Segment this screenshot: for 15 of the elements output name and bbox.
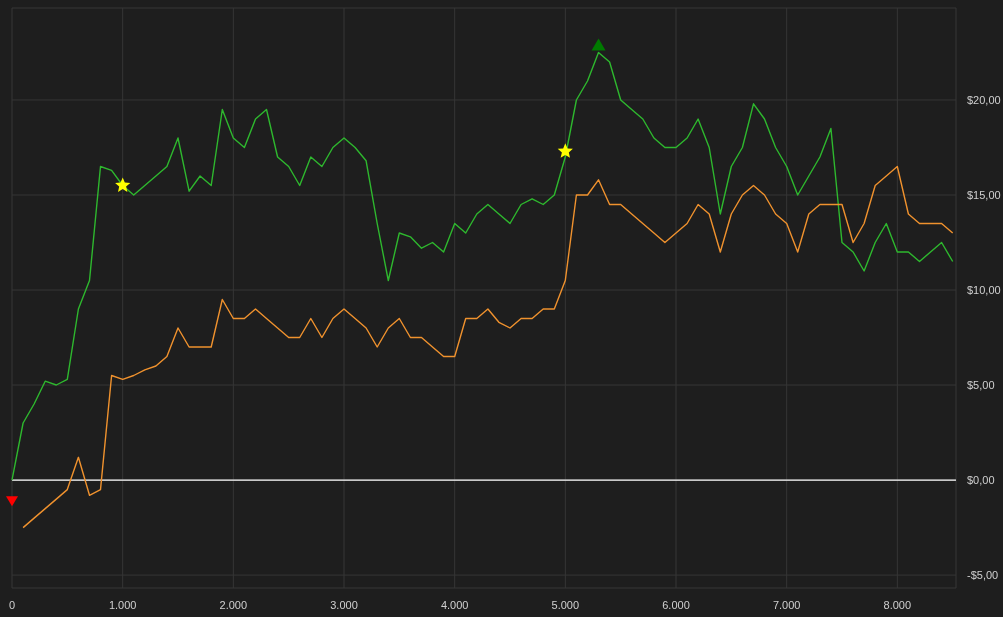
y-axis-label: $10,00 [967,284,1001,296]
x-axis-label: 2.000 [219,599,248,611]
y-axis-label: $20,00 [967,94,1001,106]
y-axis-label: $15,00 [967,189,1001,201]
x-axis-label: 7.000 [772,599,801,611]
x-axis-label: 4.000 [440,599,469,611]
x-axis-label: 6.000 [662,599,690,611]
x-axis-label: 8.000 [883,599,912,611]
x-axis-label: 5.000 [551,599,580,611]
y-axis-label: $0,00 [967,474,995,487]
y-axis-label: $5,00 [967,379,995,392]
x-axis-label: 0 [8,599,16,611]
x-axis-label: 3.000 [330,599,358,611]
x-axis-label: 1.000 [108,599,137,611]
y-axis-label: -$5,00 [967,569,999,582]
